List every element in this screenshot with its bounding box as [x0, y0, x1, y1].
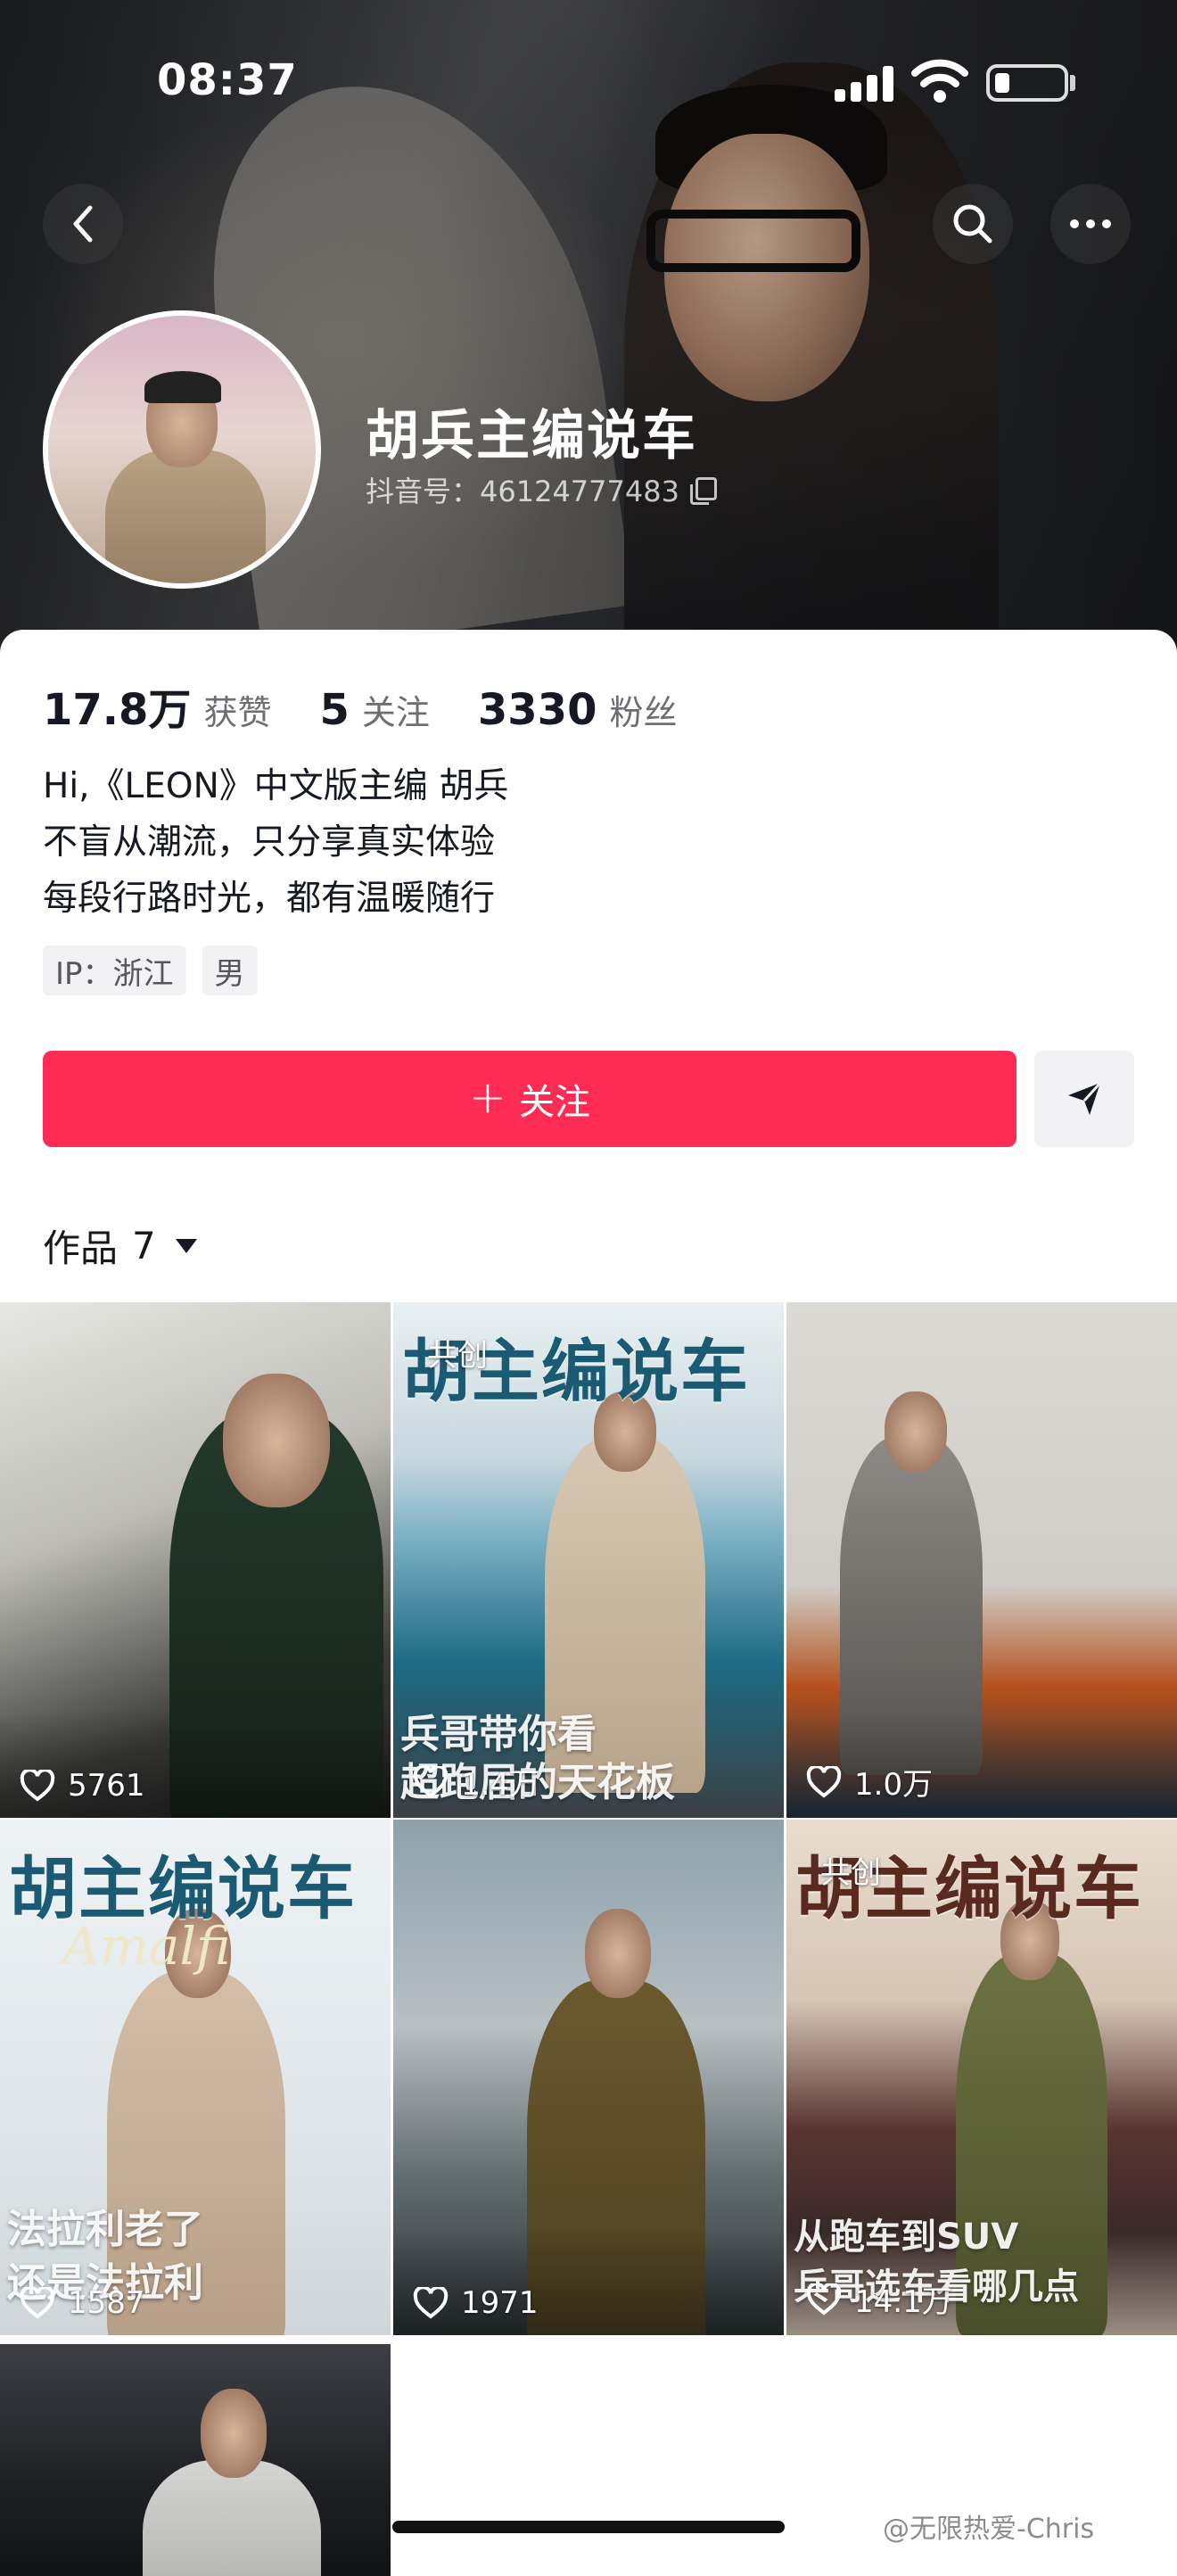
more-dots-icon	[1070, 219, 1111, 228]
follow-button[interactable]: + 关注	[43, 1051, 1017, 1147]
works-tab[interactable]: 作品 7	[43, 1218, 197, 1273]
video-tile[interactable]: 5761	[0, 1302, 391, 1818]
co-creation-tag: 共创	[820, 1855, 881, 1891]
works-label: 作品	[43, 1226, 119, 1270]
video-tile[interactable]: 1.0万	[786, 1302, 1177, 1818]
watermark: @无限热爱-Chris	[883, 2514, 1095, 2545]
works-count: 7	[132, 1224, 156, 1267]
dropdown-triangle-icon	[175, 1238, 197, 1253]
co-creation-tag: 共创	[427, 1338, 488, 1374]
stat-value: 5	[319, 685, 350, 735]
profile-name: 胡兵主编说车	[366, 405, 697, 467]
tile-face	[223, 1374, 330, 1507]
stat-label: 关注	[361, 693, 430, 732]
like-count: 1587	[68, 2285, 145, 2321]
profile-tags: IP：浙江 男	[43, 945, 258, 995]
stat-label: 粉丝	[609, 693, 678, 732]
video-tile[interactable]: 1971	[393, 1820, 784, 2335]
video-tile[interactable]: 胡主编说车 Amalfi 法拉利老了 还是法拉利 1587	[0, 1820, 391, 2335]
tile-likes: 14.1万	[806, 2277, 952, 2321]
avatar-hair	[144, 371, 221, 403]
video-tile[interactable]: 胡主编说车 共创 从跑车到SUV 兵哥选车看哪几点 14.1万	[786, 1820, 1177, 2335]
stat-following[interactable]: 5 关注	[319, 685, 429, 735]
douyin-id-text: 抖音号：46124777483	[366, 475, 679, 508]
like-count: 1971	[461, 2285, 539, 2321]
tile-likes: 1971	[413, 2285, 539, 2321]
status-time: 08:37	[157, 55, 298, 105]
stat-label: 获赞	[203, 693, 272, 732]
bio-line: 每段行路时光，都有温暖随行	[43, 879, 496, 919]
tile-face	[585, 1909, 651, 1998]
search-button[interactable]	[933, 184, 1013, 264]
copy-icon[interactable]	[689, 477, 717, 505]
battery-nub	[1070, 75, 1075, 91]
video-tile[interactable]: 胡主编说车 共创 兵哥带你看 超跑届的天花板 1.4万	[393, 1302, 784, 1818]
more-button[interactable]	[1050, 184, 1131, 264]
send-message-button[interactable]	[1034, 1051, 1134, 1147]
wifi-icon	[911, 59, 968, 103]
heart-icon	[806, 1765, 842, 1798]
stat-value: 17.8万	[43, 685, 192, 735]
avatar-figure	[105, 450, 266, 583]
battery-icon	[986, 64, 1068, 102]
heart-icon	[20, 2287, 55, 2319]
video-tile[interactable]	[0, 2344, 391, 2576]
stat-value: 3330	[477, 685, 597, 735]
tile-likes: 1.0万	[806, 1760, 933, 1804]
stat-likes[interactable]: 17.8万 获赞	[43, 674, 271, 737]
follow-label: 关注	[518, 1082, 590, 1123]
plus-icon: +	[469, 1071, 506, 1123]
stat-followers[interactable]: 3330 粉丝	[478, 685, 678, 735]
back-button[interactable]	[43, 184, 123, 264]
douyin-id[interactable]: 抖音号：46124777483	[366, 469, 717, 510]
cellular-signal-icon	[835, 62, 897, 102]
tile-likes: 1.4万	[413, 1760, 539, 1804]
status-bar: 08:37	[0, 0, 1177, 107]
bio: Hi,《LEON》中文版主编 胡兵 不盲从潮流，只分享真实体验 每段行路时光，都…	[43, 758, 508, 927]
heart-icon	[413, 1765, 449, 1798]
heart-icon	[806, 2283, 842, 2316]
search-icon	[953, 204, 992, 244]
bio-line: Hi,《LEON》中文版主编 胡兵	[43, 766, 509, 806]
avatar[interactable]	[43, 310, 321, 589]
bio-line: 不盲从潮流，只分享真实体验	[43, 822, 496, 863]
tile-face	[885, 1391, 947, 1472]
like-count: 1.0万	[854, 1767, 934, 1803]
chevron-left-icon	[73, 205, 93, 243]
tile-likes: 5761	[20, 1768, 145, 1804]
like-count: 14.1万	[854, 2284, 952, 2320]
like-count: 1.4万	[461, 1767, 540, 1803]
home-indicator[interactable]	[392, 2521, 785, 2533]
stats-row: 17.8万 获赞 5 关注 3330 粉丝	[43, 674, 725, 735]
gender-tag: 男	[202, 945, 258, 995]
heart-icon	[413, 2287, 449, 2319]
ip-location-tag: IP：浙江	[43, 945, 186, 995]
heart-icon	[20, 1770, 55, 1802]
tile-likes: 1587	[20, 2285, 145, 2321]
send-arrow-icon	[1068, 1081, 1102, 1115]
tile-face	[201, 2389, 267, 2478]
tile-subtitle: Amalfi	[62, 1916, 231, 1977]
like-count: 5761	[68, 1768, 145, 1804]
